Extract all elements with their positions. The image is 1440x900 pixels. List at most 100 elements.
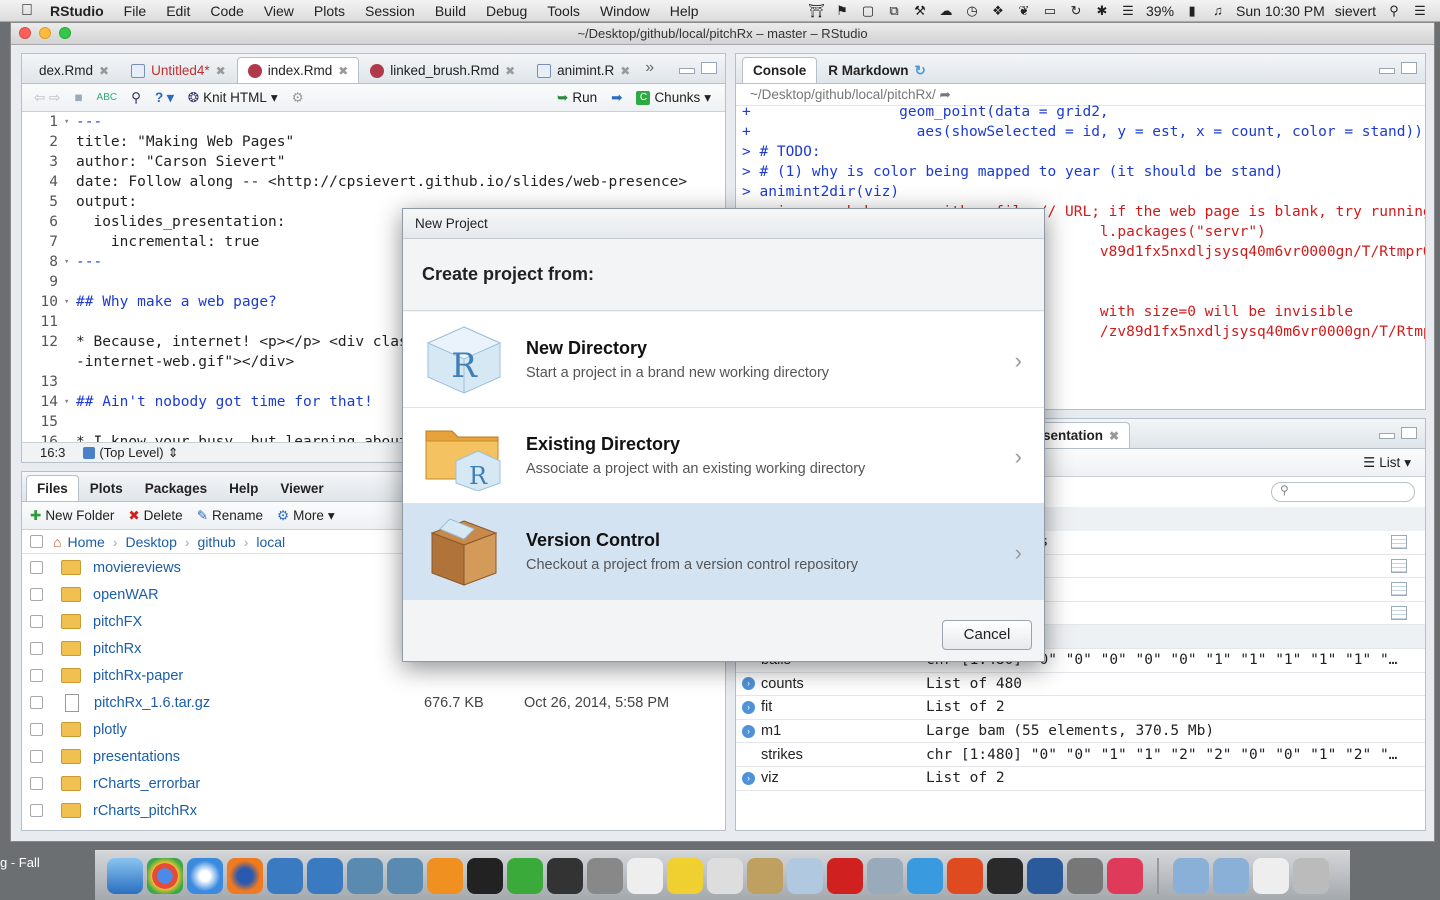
knit-button[interactable]: ❂ Knit HTML ▾ bbox=[184, 90, 282, 106]
row-checkbox[interactable] bbox=[30, 777, 43, 790]
itunes-icon[interactable] bbox=[1107, 857, 1143, 894]
minimize-pane-button[interactable] bbox=[1379, 68, 1395, 74]
more-button[interactable]: ⚙ More ▾ bbox=[273, 508, 339, 524]
option-new-directory[interactable]: R New Directory Start a project in a bran… bbox=[403, 312, 1044, 408]
activity-monitor-icon[interactable] bbox=[547, 857, 583, 894]
menu-view[interactable]: View bbox=[254, 3, 304, 19]
tab-plots[interactable]: Plots bbox=[79, 475, 134, 501]
minimize-window-button[interactable] bbox=[39, 27, 51, 39]
plus-app-icon[interactable] bbox=[347, 857, 383, 894]
tab-presentation[interactable]: sentation ✖ bbox=[1032, 422, 1131, 448]
cancel-button[interactable]: Cancel bbox=[942, 620, 1032, 650]
latex-icon[interactable] bbox=[747, 857, 783, 894]
twitter-app-icon[interactable] bbox=[907, 857, 943, 894]
option-existing-directory[interactable]: R Existing Directory Associate a project … bbox=[403, 408, 1044, 504]
environment-row[interactable]: › counts List of 480 bbox=[736, 673, 1425, 697]
more-tabs-icon[interactable]: » bbox=[645, 59, 654, 77]
fold-icon[interactable] bbox=[64, 232, 76, 252]
save-icon[interactable]: ■ bbox=[70, 90, 86, 105]
clipboard-icon[interactable]: ▢ bbox=[860, 3, 876, 19]
chunks-button[interactable]: C Chunks ▾ bbox=[632, 90, 715, 106]
delete-button[interactable]: ✖ Delete bbox=[124, 508, 186, 524]
battery-icon[interactable]: ▮ bbox=[1184, 3, 1200, 19]
notes-icon[interactable] bbox=[667, 857, 703, 894]
rerun-icon[interactable]: ➡ bbox=[607, 90, 626, 106]
menu-help[interactable]: Help bbox=[660, 3, 709, 19]
system-preferences-icon[interactable] bbox=[587, 857, 623, 894]
row-checkbox[interactable] bbox=[30, 642, 43, 655]
plus-app-icon-2[interactable] bbox=[387, 857, 423, 894]
file-name[interactable]: pitchRx_1.6.tar.gz bbox=[94, 695, 424, 711]
menu-file[interactable]: File bbox=[114, 3, 157, 19]
run-button[interactable]: ➥ Run bbox=[553, 90, 601, 106]
wifi-icon[interactable]: ☰ bbox=[1120, 3, 1136, 19]
breadcrumb-home[interactable]: Home bbox=[67, 534, 104, 550]
select-all-checkbox[interactable] bbox=[30, 535, 43, 548]
parallels-icon[interactable] bbox=[947, 857, 983, 894]
tab-dex-rmd[interactable]: dex.Rmd ✖ bbox=[28, 57, 120, 83]
1password-icon[interactable] bbox=[1027, 857, 1063, 894]
file-row[interactable]: pitchRx-paper bbox=[22, 662, 725, 689]
row-checkbox[interactable] bbox=[30, 561, 43, 574]
chrome-icon[interactable] bbox=[147, 857, 183, 894]
fold-icon[interactable] bbox=[64, 192, 76, 212]
breadcrumb-github[interactable]: github bbox=[198, 534, 236, 550]
menu-debug[interactable]: Debug bbox=[476, 3, 537, 19]
row-checkbox[interactable] bbox=[30, 615, 43, 628]
row-checkbox[interactable] bbox=[30, 804, 43, 817]
file-name[interactable]: pitchRx bbox=[93, 641, 423, 657]
row-checkbox[interactable] bbox=[30, 723, 43, 736]
tab-packages[interactable]: Packages bbox=[134, 475, 218, 501]
fold-icon[interactable] bbox=[64, 152, 76, 172]
rstudio-icon-2[interactable] bbox=[307, 857, 343, 894]
file-icon[interactable] bbox=[1253, 857, 1289, 894]
grid-view-icon[interactable] bbox=[1391, 606, 1407, 621]
app-icon[interactable] bbox=[867, 857, 903, 894]
file-name[interactable]: rCharts_errorbar bbox=[93, 776, 423, 792]
app-menu[interactable]: RStudio bbox=[48, 3, 114, 19]
safari-icon[interactable] bbox=[187, 857, 223, 894]
expand-icon[interactable]: › bbox=[742, 700, 755, 714]
sublime-icon[interactable] bbox=[427, 857, 463, 894]
file-name[interactable]: plotly bbox=[93, 722, 423, 738]
acrobat-icon[interactable] bbox=[827, 857, 863, 894]
terminal-icon[interactable] bbox=[467, 857, 503, 894]
breadcrumb-local[interactable]: local bbox=[256, 534, 285, 550]
menu-plots[interactable]: Plots bbox=[304, 3, 355, 19]
expand-icon[interactable]: › bbox=[742, 771, 755, 785]
fold-icon[interactable] bbox=[64, 132, 76, 152]
tab-help[interactable]: Help bbox=[218, 475, 269, 501]
file-name[interactable]: moviereviews bbox=[93, 560, 423, 576]
close-icon[interactable]: ✖ bbox=[505, 64, 515, 78]
x11-icon[interactable] bbox=[1067, 857, 1103, 894]
notification-center-icon[interactable]: ☰ bbox=[1412, 3, 1428, 19]
spellcheck-icon[interactable]: ABC bbox=[93, 92, 122, 103]
finder-icon[interactable] bbox=[107, 857, 143, 894]
volume-icon[interactable]: ♫ bbox=[1210, 3, 1226, 19]
menu-code[interactable]: Code bbox=[200, 3, 253, 19]
row-checkbox[interactable] bbox=[30, 669, 43, 682]
menu-edit[interactable]: Edit bbox=[156, 3, 200, 19]
fold-icon[interactable] bbox=[64, 212, 76, 232]
row-checkbox[interactable] bbox=[30, 696, 43, 709]
expand-icon[interactable]: › bbox=[742, 724, 755, 738]
maximize-pane-button[interactable] bbox=[701, 62, 717, 74]
twitter-icon[interactable]: ❦ bbox=[1016, 3, 1032, 19]
calendar-icon[interactable] bbox=[627, 857, 663, 894]
tab-untitled4[interactable]: Untitled4* ✖ bbox=[120, 57, 237, 83]
tools-icon[interactable]: ⚒ bbox=[912, 3, 928, 19]
expand-icon[interactable]: › bbox=[742, 677, 755, 691]
back-arrow-icon[interactable]: ⇦ ⇨ bbox=[30, 90, 64, 106]
menu-session[interactable]: Session bbox=[355, 3, 425, 19]
fold-icon[interactable]: ▾ bbox=[64, 252, 76, 272]
grid-view-icon[interactable] bbox=[1391, 558, 1407, 573]
find-icon[interactable]: ⚲ bbox=[127, 90, 145, 106]
airplay-icon[interactable]: ▭ bbox=[1042, 3, 1058, 19]
fold-icon[interactable]: ▾ bbox=[64, 392, 76, 412]
view-mode-dropdown[interactable]: ☰ List ▾ bbox=[1359, 455, 1415, 471]
minimize-pane-button[interactable] bbox=[1379, 433, 1395, 439]
scope-selector[interactable]: (Top Level) ⇕ bbox=[83, 445, 179, 461]
museum-icon[interactable]: ⛩ bbox=[808, 3, 825, 19]
excel-icon[interactable] bbox=[507, 857, 543, 894]
clock-icon[interactable]: ◷ bbox=[964, 3, 980, 19]
